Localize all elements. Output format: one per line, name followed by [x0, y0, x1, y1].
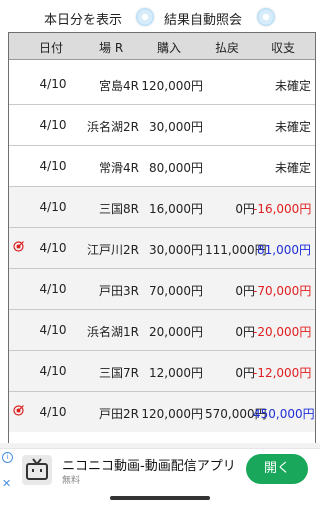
- date-cell: 4/10: [39, 364, 67, 378]
- table-row[interactable]: 4/10 三国8R 16,000円 0円 -16,000円: [9, 186, 315, 227]
- payout-cell: 570,000円: [205, 407, 267, 421]
- table-row[interactable]: 4/10 宮島4R 120,000円 未確定: [9, 64, 315, 104]
- venue-race-cell: 三国7R: [99, 366, 139, 380]
- app-icon[interactable]: [22, 455, 52, 485]
- table-row[interactable]: 4/10 三国7R 12,000円 0円 -12,000円: [9, 350, 315, 391]
- purchase-cell: 120,000円: [141, 79, 203, 93]
- venue-race-cell: 浜名湖1R: [87, 325, 139, 339]
- ad-title[interactable]: ニコニコ動画-動画配信アプリ: [62, 455, 236, 474]
- balance-cell: -12,000円: [253, 366, 312, 380]
- purchase-cell: 30,000円: [149, 243, 203, 257]
- purchase-cell: 30,000円: [149, 120, 203, 134]
- venue-race-cell: 戸田3R: [99, 284, 139, 298]
- venue-race-cell: 浜名湖2R: [87, 120, 139, 134]
- table-row[interactable]: 4/10 江戸川2R 30,000円 111,000円 81,000円: [9, 227, 315, 268]
- auto-check-label: 結果自動照会: [164, 13, 243, 28]
- venue-race-cell: 常滑4R: [99, 161, 139, 175]
- venue-race-cell: 三国8R: [99, 202, 139, 216]
- show-today-toggle[interactable]: [136, 8, 154, 26]
- header-venue-race: 場 R: [99, 41, 124, 55]
- date-cell: 4/10: [39, 77, 67, 91]
- balance-cell: -16,000円: [253, 202, 312, 216]
- target-icon: [13, 241, 24, 252]
- venue-race-cell: 宮島4R: [99, 79, 139, 93]
- header-balance: 収支: [271, 41, 296, 55]
- balance-cell: 450,000円: [253, 407, 315, 421]
- ad-banner[interactable]: i ✕ ニコニコ動画-動画配信アプリ 無料 開く: [0, 448, 320, 491]
- balance-cell: 未確定: [274, 161, 311, 175]
- purchase-cell: 70,000円: [149, 284, 203, 298]
- ad-close-icon[interactable]: ✕: [2, 477, 11, 490]
- balance-cell: 未確定: [274, 120, 311, 134]
- table-row[interactable]: 4/10 戸田2R 120,000円 570,000円 450,000円: [9, 391, 315, 432]
- payout-cell: 0円: [235, 284, 255, 298]
- header-date: 日付: [39, 41, 64, 55]
- date-cell: 4/10: [39, 405, 67, 419]
- date-cell: 4/10: [39, 282, 67, 296]
- payout-cell: 111,000円: [205, 243, 267, 257]
- venue-race-cell: 戸田2R: [99, 407, 139, 421]
- ad-subtitle: 無料: [62, 476, 81, 486]
- home-indicator[interactable]: [110, 496, 210, 500]
- balance-cell: 81,000円: [257, 243, 311, 257]
- top-toggle-bar: 本日分を表示 結果自動照会: [0, 0, 320, 32]
- table-header: 日付 場 R 購入 払戻 収支: [9, 33, 315, 60]
- purchase-cell: 16,000円: [149, 202, 203, 216]
- balance-cell: -70,000円: [253, 284, 312, 298]
- show-today-label: 本日分を表示: [44, 13, 123, 28]
- table-body[interactable]: 4/10 宮島4R 120,000円 未確定 4/10 浜名湖2R 30,000円 未確定 4/…: [9, 64, 315, 432]
- results-table: 日付 場 R 購入 払戻 収支 4/10 宮島4R 120,000円 未確定 4/10 浜…: [8, 32, 316, 444]
- header-payout: 払戻: [215, 41, 240, 55]
- venue-race-cell: 江戸川2R: [87, 243, 139, 257]
- purchase-cell: 12,000円: [149, 366, 203, 380]
- ad-open-button[interactable]: 開く: [246, 454, 308, 484]
- target-icon: [13, 405, 24, 416]
- balance-cell: -20,000円: [253, 325, 312, 339]
- purchase-cell: 20,000円: [149, 325, 203, 339]
- date-cell: 4/10: [39, 118, 67, 132]
- payout-cell: 0円: [235, 366, 255, 380]
- date-cell: 4/10: [39, 241, 67, 255]
- date-cell: 4/10: [39, 200, 67, 214]
- balance-cell: 未確定: [274, 79, 311, 93]
- purchase-cell: 80,000円: [149, 161, 203, 175]
- header-purchase: 購入: [157, 41, 182, 55]
- ad-info-icon[interactable]: i: [2, 452, 13, 463]
- table-row[interactable]: 4/10 戸田3R 70,000円 0円 -70,000円: [9, 268, 315, 309]
- date-cell: 4/10: [39, 323, 67, 337]
- table-row[interactable]: 4/10 浜名湖2R 30,000円 未確定: [9, 104, 315, 145]
- table-row[interactable]: 4/10 常滑4R 80,000円 未確定: [9, 145, 315, 186]
- purchase-cell: 120,000円: [141, 407, 203, 421]
- date-cell: 4/10: [39, 159, 67, 173]
- payout-cell: 0円: [235, 325, 255, 339]
- auto-check-toggle[interactable]: [257, 8, 275, 26]
- payout-cell: 0円: [235, 202, 255, 216]
- table-row[interactable]: 4/10 浜名湖1R 20,000円 0円 -20,000円: [9, 309, 315, 350]
